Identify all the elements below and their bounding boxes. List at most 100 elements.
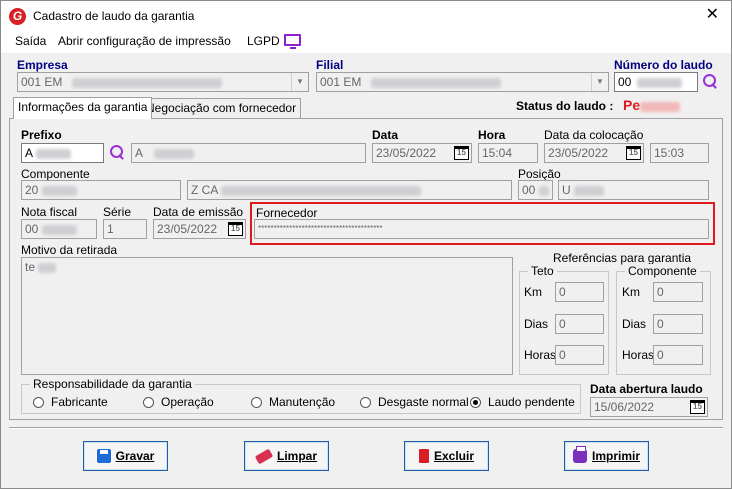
menu-item-lgpd[interactable]: LGPD: [247, 34, 280, 48]
radio-dot[interactable]: [251, 396, 262, 408]
gravar-button[interactable]: Gravar: [83, 441, 168, 471]
radio-label: Manutenção: [269, 395, 336, 409]
redacted-text: [38, 262, 57, 273]
motivo-value: te: [25, 260, 36, 274]
redacted-text: [41, 224, 77, 235]
redacted-text: [636, 77, 682, 88]
radio-label: Operação: [161, 395, 214, 409]
redacted-text: [221, 185, 422, 196]
serie-field[interactable]: 1: [103, 219, 147, 239]
prefixo-input[interactable]: A: [21, 143, 104, 163]
teto-dias-label: Dias: [524, 317, 549, 331]
comp-km-label: Km: [622, 285, 640, 299]
componente-field[interactable]: 20: [21, 180, 181, 200]
radio-dot-selected[interactable]: [470, 396, 481, 408]
nota-fiscal-value: 00: [25, 222, 39, 236]
calendar-icon[interactable]: 15: [626, 146, 641, 160]
numero-laudo-label: Número do laudo: [614, 58, 713, 72]
teto-horas-field[interactable]: 0: [555, 345, 604, 365]
teto-title: Teto: [528, 264, 557, 278]
redacted-text: [41, 185, 77, 196]
comp-horas-field[interactable]: 0: [653, 345, 703, 365]
hora-field[interactable]: 15:04: [478, 143, 538, 163]
window-title: Cadastro de laudo da garantia: [33, 9, 195, 23]
teto-km-field[interactable]: 0: [555, 282, 604, 302]
calendar-icon[interactable]: 15: [454, 146, 469, 160]
comp-km-field[interactable]: 0: [653, 282, 703, 302]
menu-item-saida[interactable]: Saída: [15, 34, 46, 48]
teto-dias-field[interactable]: 0: [555, 314, 604, 334]
excluir-button[interactable]: Excluir: [404, 441, 489, 471]
hora-label: Hora: [478, 128, 506, 142]
serie-label: Série: [103, 205, 132, 219]
comp-horas-label: Horas: [622, 348, 655, 362]
data-field[interactable]: 23/05/2022 15: [372, 143, 472, 163]
motivo-label: Motivo da retirada: [21, 243, 118, 257]
data-abertura-field[interactable]: 15/06/2022 15: [590, 397, 708, 417]
radio-label: Fabricante: [51, 395, 108, 409]
tab-informacoes-garantia[interactable]: Informações da garantia: [13, 97, 153, 119]
posicao-descricao-field: U: [558, 180, 709, 200]
radio-dot[interactable]: [143, 396, 154, 408]
redacted-text: [35, 148, 71, 159]
menu-item-config-impressao[interactable]: Abrir configuração de impressão: [58, 34, 231, 48]
radio-dot[interactable]: [33, 396, 44, 408]
printer-icon: [572, 446, 587, 463]
calendar-icon[interactable]: 15: [690, 400, 705, 414]
fornecedor-field[interactable]: ****************************************: [254, 219, 709, 239]
data-label: Data: [372, 128, 399, 142]
search-icon[interactable]: [702, 73, 718, 89]
teto-horas-label: Horas: [524, 348, 557, 362]
nota-fiscal-label: Nota fiscal: [21, 205, 78, 219]
data-colocacao-value: 23/05/2022: [548, 146, 609, 160]
redacted-text: [538, 185, 549, 196]
data-colocacao-field[interactable]: 23/05/2022 15: [544, 143, 644, 163]
prefixo-descricao-field: A: [131, 143, 366, 163]
redacted-text: [370, 77, 501, 88]
numero-laudo-input[interactable]: 00: [614, 72, 698, 92]
radio-laudo-pendente[interactable]: Laudo pendente: [470, 395, 575, 409]
chevron-down-icon[interactable]: ▼: [591, 73, 608, 91]
monitor-icon[interactable]: [284, 34, 301, 49]
comp-dias-field[interactable]: 0: [653, 314, 703, 334]
radio-fabricante[interactable]: Fabricante: [33, 395, 108, 409]
posicao-value: 00: [522, 183, 536, 197]
radio-manutencao[interactable]: Manutenção: [251, 395, 335, 409]
prefixo-label: Prefixo: [21, 128, 62, 142]
limpar-button[interactable]: Limpar: [244, 441, 329, 471]
search-icon[interactable]: [109, 144, 125, 160]
radio-desgaste-normal[interactable]: Desgaste normal: [360, 395, 469, 409]
imprimir-label: Imprimir: [591, 449, 640, 463]
componente-label: Componente: [21, 167, 90, 181]
posicao-field[interactable]: 00: [518, 180, 553, 200]
data-emissao-label: Data de emissão: [153, 205, 244, 219]
filial-select[interactable]: 001 EM ▼: [316, 72, 609, 92]
redacted-text: [71, 77, 222, 88]
componente-title: Componente: [625, 264, 700, 278]
radio-operacao[interactable]: Operação: [143, 395, 214, 409]
data-abertura-label: Data abertura laudo: [590, 382, 703, 396]
numero-laudo-value: 00: [618, 75, 632, 89]
data-colocacao-label: Data da colocação: [544, 128, 644, 142]
referencias-title: Referências para garantia: [553, 251, 692, 265]
title-bar: G Cadastro de laudo da garantia ✕: [1, 1, 731, 31]
nota-fiscal-field[interactable]: 00: [21, 219, 97, 239]
radio-dot[interactable]: [360, 396, 371, 408]
hora-colocacao-field[interactable]: 15:03: [650, 143, 709, 163]
componente-descricao-field: Z CA: [187, 180, 512, 200]
componente-descricao: Z CA: [191, 183, 218, 197]
menu-bar: Saída Abrir configuração de impressão LG…: [1, 31, 731, 53]
close-icon[interactable]: ✕: [706, 6, 719, 24]
calendar-icon[interactable]: 15: [228, 222, 243, 236]
radio-label: Laudo pendente: [488, 395, 575, 409]
motivo-textarea[interactable]: te: [21, 257, 513, 375]
imprimir-button[interactable]: Imprimir: [564, 441, 649, 471]
prefixo-value: A: [25, 146, 33, 160]
chevron-down-icon[interactable]: ▼: [291, 73, 308, 91]
teto-km-label: Km: [524, 285, 542, 299]
tab-negociacao-fornecedor[interactable]: Negociação com fornecedor: [141, 98, 302, 118]
data-abertura-value: 15/06/2022: [594, 400, 655, 414]
empresa-select[interactable]: 001 EM ▼: [17, 72, 309, 92]
radio-label: Desgaste normal: [378, 395, 469, 409]
data-emissao-field[interactable]: 23/05/2022 15: [153, 219, 246, 239]
